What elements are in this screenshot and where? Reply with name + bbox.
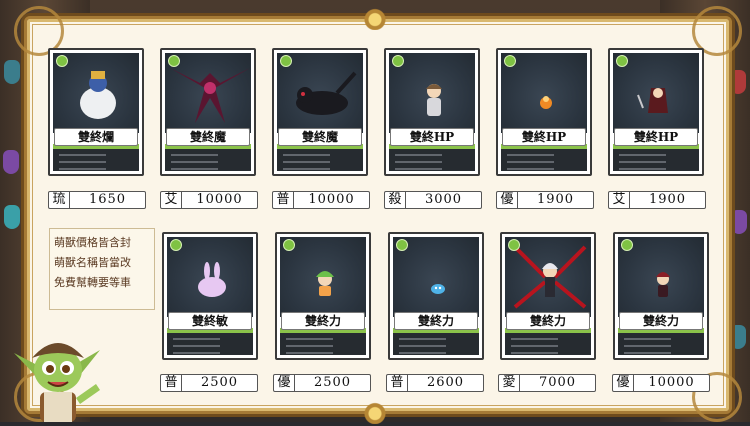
price-amount: 10000: [308, 192, 355, 207]
price-amount: 2500: [313, 375, 352, 390]
notice-line: 萌獸名稱皆當改: [54, 256, 131, 269]
stat-panel: [277, 149, 363, 171]
pet-card[interactable]: 雙終敏: [162, 232, 258, 360]
price-tag: 愛: [499, 375, 520, 391]
price-box: 愛 7000: [498, 374, 596, 392]
price-box: 艾 10000: [160, 191, 258, 209]
price-amount: 2500: [200, 375, 239, 390]
price-box: 艾 1900: [608, 191, 706, 209]
notice-text-box: 萌獸價格皆含封 萌獸名稱皆當改 免費幫轉要等車: [49, 228, 155, 310]
stat-panel: [501, 149, 587, 171]
pet-name-label: 雙終爛: [54, 128, 138, 146]
notice-line: 萌獸價格皆含封: [54, 236, 131, 249]
price-amount: 7000: [538, 375, 577, 390]
pet-card[interactable]: 雙終HP: [384, 48, 480, 176]
green-badge-icon: [508, 239, 520, 251]
pet-name-label: 雙終魔: [278, 128, 362, 146]
price-box: 普 2500: [160, 374, 258, 392]
pet-name-label: 雙終敏: [168, 312, 252, 330]
stat-panel: [167, 333, 253, 355]
pet-card[interactable]: 雙終力: [275, 232, 371, 360]
pet-card[interactable]: 雙終力: [500, 232, 596, 360]
pet-card[interactable]: 雙終爛: [48, 48, 144, 176]
pet-card[interactable]: 雙終力: [388, 232, 484, 360]
pet-name-label: 雙終HP: [390, 128, 474, 146]
price-tag: 艾: [609, 192, 630, 208]
price-tag: 優: [274, 375, 295, 391]
bottom-crest-ornament: [351, 398, 399, 424]
pet-card[interactable]: 雙終力: [613, 232, 709, 360]
price-amount: 10000: [196, 192, 243, 207]
price-box: 殺 3000: [384, 191, 482, 209]
price-box: 琉 1650: [48, 191, 146, 209]
pet-name-label: 雙終力: [281, 312, 365, 330]
potion-bottle: [730, 70, 746, 94]
price-amount: 1650: [88, 192, 127, 207]
pet-card[interactable]: 雙終HP: [608, 48, 704, 176]
price-tag: 優: [613, 375, 634, 391]
pet-name-label: 雙終HP: [614, 128, 698, 146]
stat-panel: [613, 149, 699, 171]
pet-card[interactable]: 雙終魔: [160, 48, 256, 176]
price-tag: 優: [497, 192, 518, 208]
green-badge-icon: [392, 55, 404, 67]
potion-bottle: [4, 60, 20, 84]
price-amount: 1900: [536, 192, 575, 207]
pet-card[interactable]: 雙終魔: [272, 48, 368, 176]
green-badge-icon: [280, 55, 292, 67]
price-tag: 普: [273, 192, 294, 208]
price-box: 優 2500: [273, 374, 371, 392]
green-badge-icon: [504, 55, 516, 67]
pet-name-label: 雙終力: [506, 312, 590, 330]
notice-line: 免費幫轉要等車: [54, 276, 131, 289]
stat-panel: [389, 149, 475, 171]
green-badge-icon: [170, 239, 182, 251]
top-crest-ornament: [351, 4, 399, 30]
potion-bottle: [731, 210, 747, 234]
green-badge-icon: [396, 239, 408, 251]
pet-name-label: 雙終力: [394, 312, 478, 330]
price-box: 普 2600: [386, 374, 484, 392]
price-box: 普 10000: [272, 191, 370, 209]
price-tag: 普: [161, 375, 182, 391]
green-badge-icon: [168, 55, 180, 67]
pet-card[interactable]: 雙終HP: [496, 48, 592, 176]
green-badge-icon: [283, 239, 295, 251]
pet-name-label: 雙終力: [619, 312, 703, 330]
stat-panel: [165, 149, 251, 171]
stat-panel: [618, 333, 704, 355]
price-box: 優 10000: [612, 374, 710, 392]
price-tag: 普: [387, 375, 408, 391]
price-amount: 10000: [648, 375, 695, 390]
stat-panel: [393, 333, 479, 355]
potion-bottle: [4, 205, 20, 229]
price-amount: 2600: [426, 375, 465, 390]
price-box: 優 1900: [496, 191, 594, 209]
stat-panel: [280, 333, 366, 355]
pet-name-label: 雙終HP: [502, 128, 586, 146]
potion-bottle: [3, 150, 19, 174]
green-badge-icon: [621, 239, 633, 251]
green-badge-icon: [56, 55, 68, 67]
price-tag: 殺: [385, 192, 406, 208]
stat-panel: [505, 333, 591, 355]
pet-name-label: 雙終魔: [166, 128, 250, 146]
green-badge-icon: [616, 55, 628, 67]
price-amount: 1900: [648, 192, 687, 207]
stat-panel: [53, 149, 139, 171]
price-tag: 艾: [161, 192, 182, 208]
goblin-mascot-image: [4, 318, 124, 422]
potion-bottle: [730, 325, 746, 349]
price-amount: 3000: [424, 192, 463, 207]
price-tag: 琉: [49, 192, 70, 208]
